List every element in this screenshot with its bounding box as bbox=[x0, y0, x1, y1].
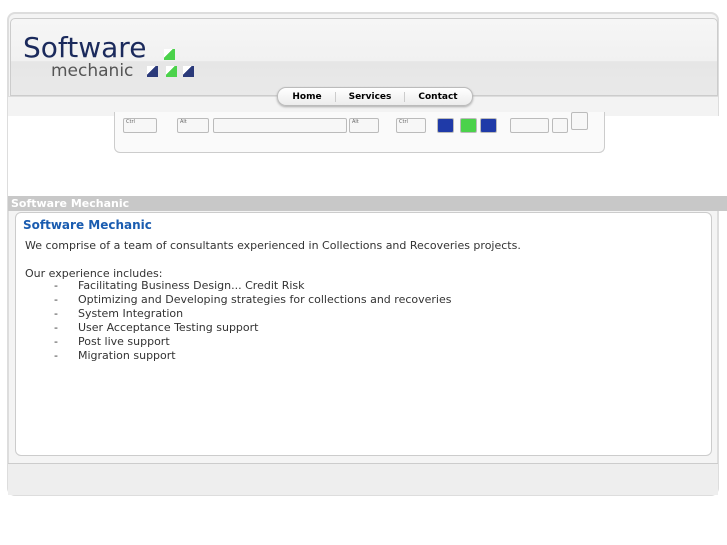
logo-square-icon bbox=[147, 66, 158, 77]
content-panel: Software Mechanic We comprise of a team … bbox=[15, 212, 712, 456]
logo-square-icon bbox=[166, 66, 177, 77]
list-item: - Migration support bbox=[54, 349, 176, 362]
title-bar: Software Mechanic bbox=[8, 196, 727, 211]
intro-text: We comprise of a team of consultants exp… bbox=[25, 239, 521, 252]
content-title: Software Mechanic bbox=[23, 218, 152, 232]
banner-title: Software Mechanic bbox=[11, 197, 130, 210]
experience-list: - Facilitating Business Design... Credit … bbox=[54, 279, 451, 363]
logo-subtext: mechanic bbox=[51, 61, 134, 81]
nav-services[interactable]: Services bbox=[336, 91, 406, 102]
footer bbox=[8, 463, 718, 495]
header: Software mechanic bbox=[10, 18, 718, 96]
nav-home[interactable]: Home bbox=[279, 91, 336, 102]
list-item: - Post live support bbox=[54, 335, 170, 348]
list-item: - Optimizing and Developing strategies fo… bbox=[54, 293, 452, 306]
list-item: - User Acceptance Testing support bbox=[54, 321, 259, 334]
main-nav: Home Services Contact bbox=[277, 87, 473, 106]
nav-contact[interactable]: Contact bbox=[405, 92, 470, 102]
list-item: - Facilitating Business Design... Credit … bbox=[54, 279, 305, 292]
list-item: - System Integration bbox=[54, 307, 184, 320]
banner-image: Ctrl Alt Alt Ctrl bbox=[8, 112, 727, 196]
logo-text: Software bbox=[23, 31, 147, 64]
logo-square-icon bbox=[183, 66, 194, 77]
keyboard-image: Ctrl Alt Alt Ctrl bbox=[114, 112, 605, 153]
logo-square-icon bbox=[164, 49, 175, 60]
